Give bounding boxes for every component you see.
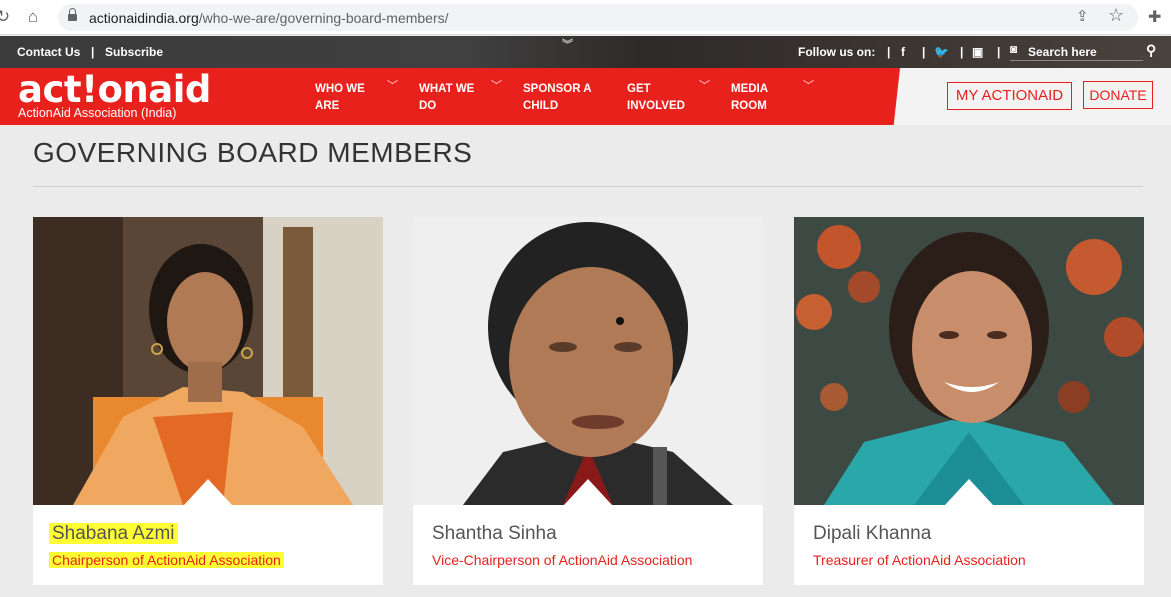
url-text: actionaidindia.org/who-we-are/governing-… [89, 10, 449, 26]
share-icon[interactable]: ⇪ [1076, 7, 1089, 25]
divider: | [960, 45, 964, 59]
chevron-down-icon[interactable]: ﹀ [491, 77, 502, 93]
address-bar[interactable]: actionaidindia.org/who-we-are/governing-… [58, 4, 1138, 31]
scroll-down-icon: ︾ [562, 39, 573, 51]
actionaid-logo[interactable]: act!onaid ActionAid Association (India) [18, 71, 211, 120]
member-card[interactable]: Shantha Sinha Vice-Chairperson of Action… [413, 217, 763, 585]
chevron-down-icon[interactable]: ﹀ [803, 77, 814, 93]
donate-button[interactable]: DONATE [1083, 81, 1153, 109]
member-name[interactable]: Shantha Sinha [432, 523, 557, 545]
youtube-icon[interactable]: ▣ [972, 45, 983, 59]
divider: | [887, 45, 891, 59]
instagram-icon[interactable]: ◙ [1010, 42, 1017, 56]
nav-what-we-do[interactable]: WHAT WE DO [419, 81, 499, 115]
nav-sponsor-a-child[interactable]: SPONSOR A CHILD [523, 81, 603, 115]
member-card[interactable]: Dipali Khanna Treasurer of ActionAid Ass… [794, 217, 1144, 585]
subscribe-link[interactable]: Subscribe [105, 45, 163, 59]
bookmark-star-icon[interactable]: ☆ [1108, 5, 1124, 26]
nav-media-room[interactable]: MEDIA ROOM [731, 81, 811, 115]
search-icon[interactable]: ⚲ [1146, 42, 1156, 59]
chevron-down-icon[interactable]: ﹀ [699, 77, 710, 93]
contact-us-link[interactable]: Contact Us [17, 45, 80, 59]
search-input[interactable] [1028, 43, 1138, 61]
chevron-down-icon[interactable]: ﹀ [387, 77, 398, 93]
member-name[interactable]: Dipali Khanna [813, 523, 931, 545]
twitter-icon[interactable]: 🐦 [934, 45, 949, 59]
member-photo [33, 217, 383, 505]
member-role: Chairperson of ActionAid Association [52, 552, 281, 568]
divider: | [922, 45, 926, 59]
site-header: act!onaid ActionAid Association (India) … [0, 68, 1171, 125]
browser-toolbar: ↻ ⌂ actionaidindia.org/who-we-are/govern… [0, 0, 1171, 35]
member-role: Vice-Chairperson of ActionAid Associatio… [432, 552, 693, 568]
nav-get-involved[interactable]: GET INVOLVED [627, 81, 707, 115]
utility-bar: Contact Us | Subscribe ︾ Follow us on: |… [0, 36, 1171, 68]
divider: | [91, 45, 95, 59]
member-role: Treasurer of ActionAid Association [813, 552, 1026, 568]
card-notch [564, 479, 612, 505]
home-icon[interactable]: ⌂ [22, 6, 44, 28]
card-notch [945, 479, 993, 505]
nav-who-we-are[interactable]: WHO WE ARE [315, 81, 395, 115]
card-notch [184, 479, 232, 505]
extensions-icon[interactable]: ✚ [1148, 7, 1161, 27]
divider: | [997, 45, 1001, 59]
facebook-icon[interactable]: f [901, 45, 905, 59]
follow-label: Follow us on: [798, 45, 876, 59]
reload-icon[interactable]: ↻ [0, 6, 14, 28]
my-actionaid-button[interactable]: MY ACTIONAID [947, 82, 1072, 110]
divider [33, 186, 1143, 187]
page-title: GOVERNING BOARD MEMBERS [33, 137, 473, 168]
member-card[interactable]: Shabana Azmi Chairperson of ActionAid As… [33, 217, 383, 585]
lock-icon [68, 8, 77, 23]
search-field: ◙ [1010, 41, 1143, 61]
member-name[interactable]: Shabana Azmi [52, 523, 175, 544]
member-photo [413, 217, 763, 505]
member-photo [794, 217, 1144, 505]
